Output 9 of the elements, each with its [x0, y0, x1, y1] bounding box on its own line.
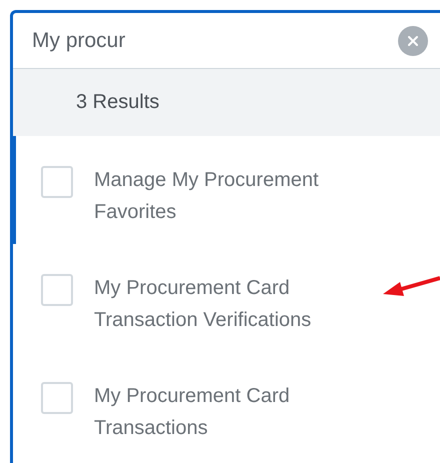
results-count: 3 Results: [76, 91, 160, 114]
result-item[interactable]: My Procurement Card Transaction Verifications: [13, 244, 440, 352]
search-field[interactable]: My procur: [32, 28, 372, 52]
checkbox[interactable]: [41, 382, 73, 414]
checkbox[interactable]: [41, 274, 73, 306]
checkbox[interactable]: [41, 166, 73, 198]
result-item[interactable]: My Procurement Card Transactions: [13, 352, 440, 460]
clear-icon[interactable]: [398, 26, 428, 56]
result-item[interactable]: Manage My Procurement Favorites: [13, 136, 440, 244]
